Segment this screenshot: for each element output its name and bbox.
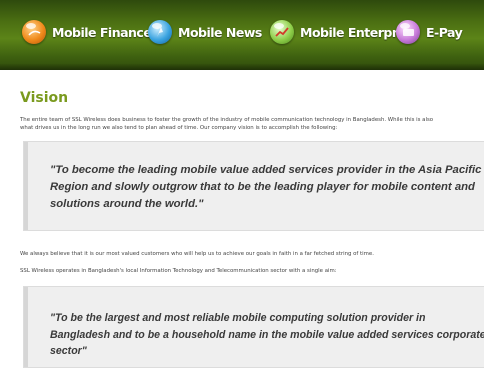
nav-item-e-pay[interactable]: E-Pay [396, 18, 463, 46]
top-navigation-bar: Mobile Finance Mobile News Mobile Enterp… [0, 0, 484, 70]
vision-quote-box: "To become the leading mobile value adde… [23, 141, 484, 231]
nav-item-label: Mobile Finance [52, 24, 152, 40]
finance-globe-icon [22, 20, 46, 44]
enterprise-chart-icon [270, 20, 294, 44]
nav-item-label: E-Pay [426, 24, 463, 40]
epay-card-icon [396, 20, 420, 44]
quote-line: Bangladesh and to be a household name in… [50, 328, 484, 341]
quote-line: "To become the leading mobile value adde… [50, 164, 482, 176]
page-title: Vision [20, 90, 69, 106]
intro-line: The entire team of SSL Wireless does bus… [20, 117, 434, 123]
quote-line: "To be the largest and most reliable mob… [50, 312, 426, 324]
vision-quote: "To become the leading mobile value adde… [50, 162, 484, 213]
quote-line: solutions around the world." [50, 198, 204, 210]
nav-item-label: Mobile News [178, 24, 262, 40]
quote-line: sector" [50, 345, 87, 357]
nav-item-mobile-enterprise[interactable]: Mobile Enterprise [270, 18, 417, 46]
aim-quote: "To be the largest and most reliable mob… [50, 310, 484, 360]
customers-paragraph: We always believe that it is our most va… [20, 251, 374, 257]
nav-item-mobile-finance[interactable]: Mobile Finance [22, 18, 152, 46]
news-globe-icon [148, 20, 172, 44]
nav-item-mobile-news[interactable]: Mobile News [148, 18, 262, 46]
aim-quote-box: "To be the largest and most reliable mob… [23, 286, 484, 368]
operations-paragraph: SSL Wireless operates in Bangladesh's lo… [20, 268, 337, 274]
quote-line: Region and slowly outgrow that to be the… [50, 181, 475, 193]
intro-line: what drives us in the long run we also t… [20, 125, 338, 132]
intro-paragraph: The entire team of SSL Wireless does bus… [20, 116, 484, 132]
